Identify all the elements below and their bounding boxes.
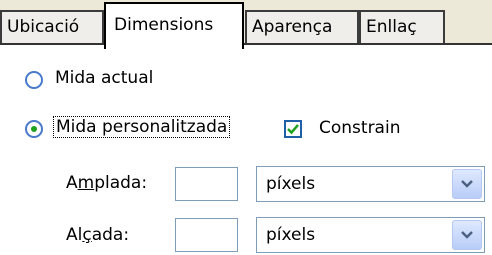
constrain-checkbox[interactable] xyxy=(284,120,302,138)
mida-actual-label: Mida actual xyxy=(55,68,154,88)
height-unit-value: píxels xyxy=(266,225,316,245)
tab-label: Aparença xyxy=(252,17,333,37)
dropdown-button[interactable] xyxy=(452,220,482,250)
tab-enllac[interactable]: Enllaç xyxy=(359,10,445,43)
tab-ubicacio[interactable]: Ubicació xyxy=(0,10,104,43)
constrain-label: Constrain xyxy=(319,118,401,138)
dimensions-panel: Mida actual Mida personalitzada Constrai… xyxy=(0,45,492,255)
amplada-label: Amplada: xyxy=(66,173,148,193)
width-unit-value: píxels xyxy=(266,174,316,194)
width-input[interactable] xyxy=(175,167,238,201)
tab-aparenca[interactable]: Aparença xyxy=(245,10,359,43)
mida-personalitzada-label: Mida personalitzada xyxy=(53,116,231,138)
height-input[interactable] xyxy=(175,218,238,252)
radio-mida-actual[interactable] xyxy=(25,71,43,89)
checkmark-icon xyxy=(287,124,299,135)
width-unit-select[interactable]: píxels xyxy=(256,166,485,202)
tab-label: Ubicació xyxy=(7,17,80,37)
tab-divider xyxy=(0,43,492,45)
chevron-down-icon xyxy=(461,231,473,239)
height-unit-select[interactable]: píxels xyxy=(256,217,485,253)
radio-mida-personalitzada[interactable] xyxy=(25,120,43,138)
tab-dimensions[interactable]: Dimensions xyxy=(104,2,244,49)
dropdown-button[interactable] xyxy=(452,169,482,199)
radio-selected-dot xyxy=(31,126,37,132)
tab-label: Dimensions xyxy=(114,15,214,35)
chevron-down-icon xyxy=(461,180,473,188)
tab-label: Enllaç xyxy=(366,17,417,37)
tab-strip: Ubicació Dimensions Aparença Enllaç xyxy=(0,0,492,49)
alcada-label: Alçada: xyxy=(66,225,130,245)
